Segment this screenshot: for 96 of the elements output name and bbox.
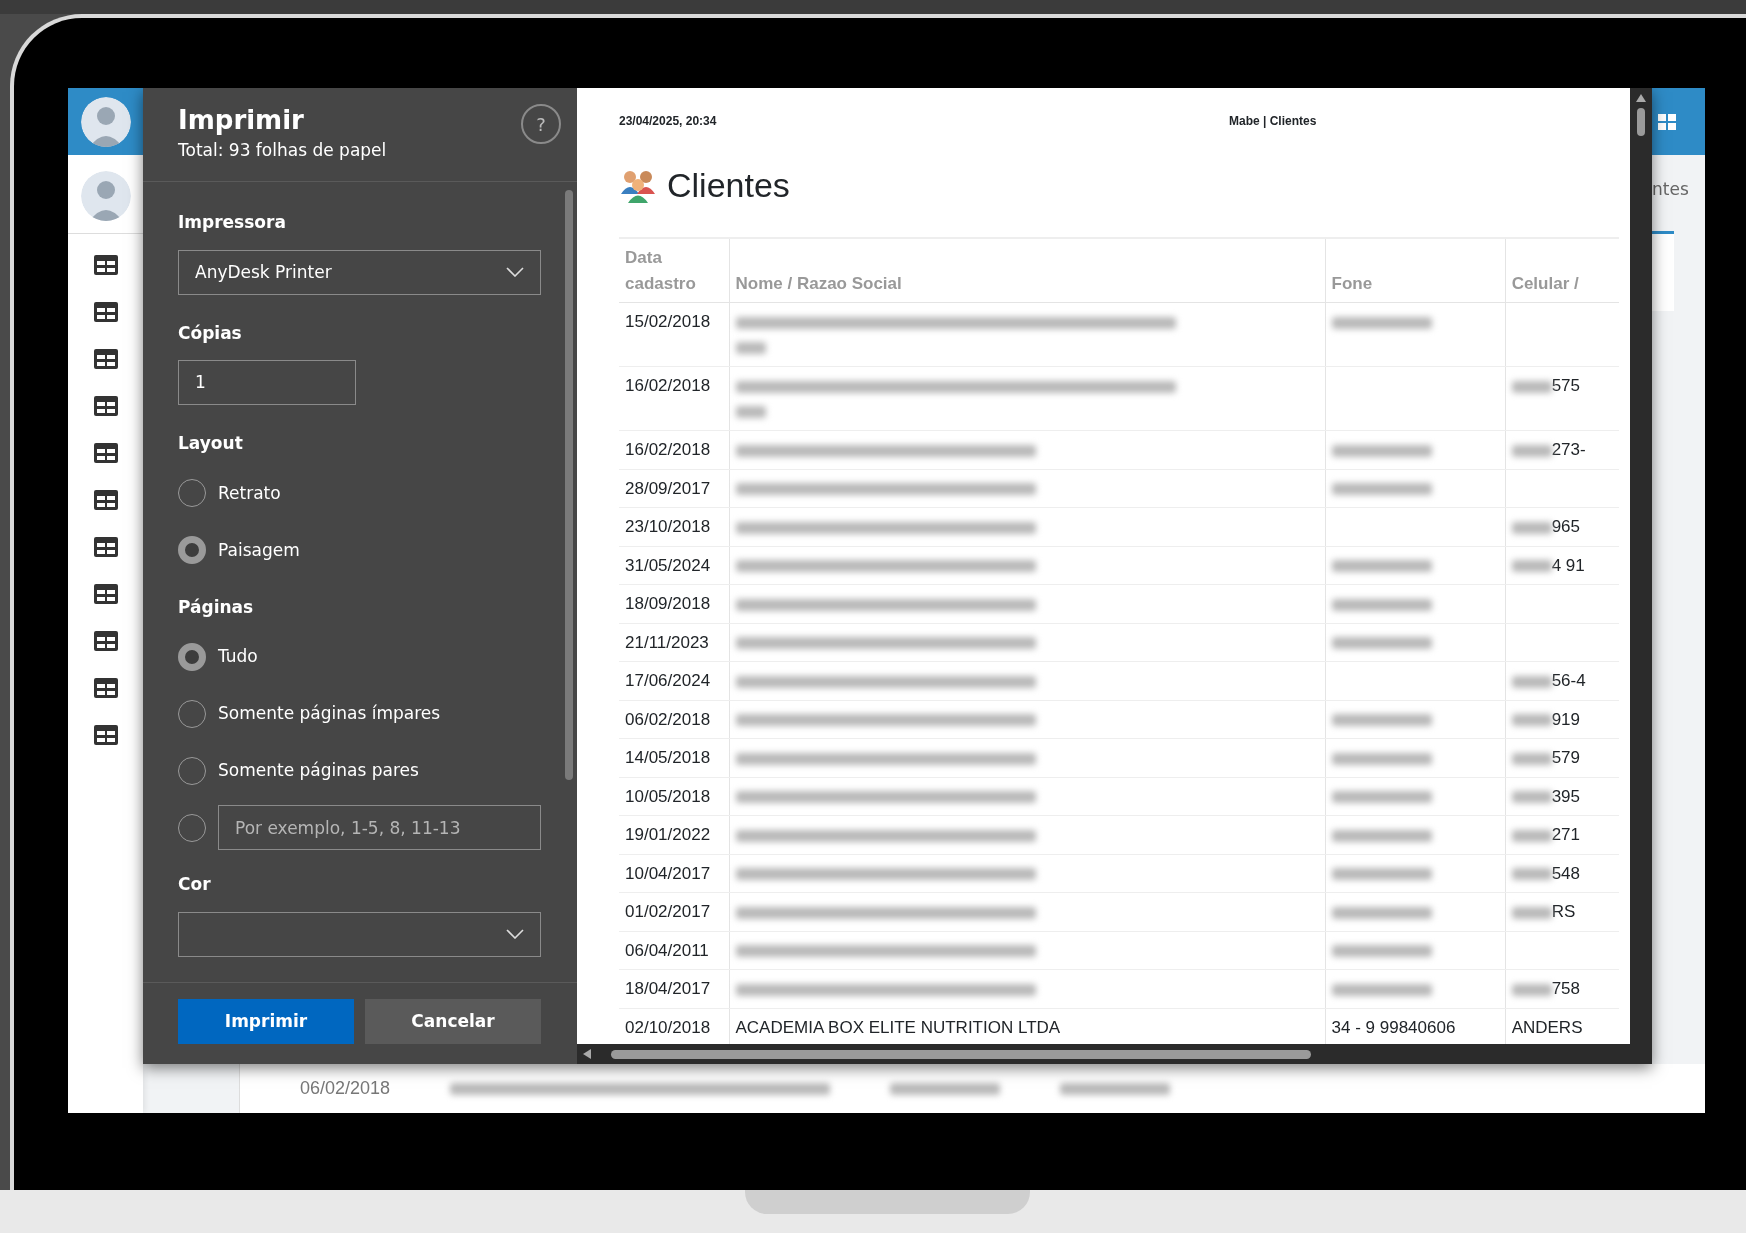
redacted-text: [1511, 521, 1552, 534]
table-cell: 273-: [1551, 440, 1586, 459]
column-header: Nome / Razao Social: [729, 238, 1326, 303]
table-cell: 19/01/2022: [619, 815, 729, 854]
table-icon[interactable]: [92, 442, 119, 464]
tab-label[interactable]: ntes: [1652, 177, 1705, 203]
redacted-text: [735, 342, 766, 354]
section-label: Impressora: [178, 211, 287, 235]
help-button[interactable]: ?: [521, 104, 561, 144]
scrollbar-thumb[interactable]: [565, 190, 573, 781]
redacted-text: [1511, 829, 1552, 842]
column-header: Celular /: [1505, 238, 1619, 303]
table-cell: 271: [1551, 825, 1580, 844]
redacted-text: [1511, 906, 1552, 919]
section-label: Páginas: [178, 595, 255, 619]
table-cell: 56-4: [1551, 671, 1586, 690]
horizontal-scrollbar[interactable]: [577, 1044, 1630, 1064]
table-cell: 758: [1551, 979, 1580, 998]
table-cell: 06/04/2011: [619, 931, 729, 970]
print-timestamp: 23/04/2025, 20:34: [619, 113, 718, 130]
table-cell: 965: [1551, 517, 1580, 536]
radio-button[interactable]: [178, 536, 206, 565]
option-label: Paisagem: [218, 538, 300, 562]
table-cell: 10/05/2018: [619, 777, 729, 816]
table-icon[interactable]: [92, 348, 119, 370]
section-label: Cor: [178, 873, 212, 897]
page-title: Clientes: [667, 165, 790, 206]
table-cell: 15/02/2018: [619, 302, 729, 367]
table-cell: 18/04/2017: [619, 969, 729, 1008]
table-icon[interactable]: [92, 489, 119, 511]
section-label: Cópias: [178, 321, 243, 345]
table-cell: 16/02/2018: [619, 366, 729, 431]
redacted-text: [1511, 791, 1552, 803]
table-icon[interactable]: [92, 536, 119, 558]
chevron-down-icon: [506, 267, 524, 278]
table-cell: 10/04/2017: [619, 854, 729, 893]
section-label: Layout: [178, 432, 244, 456]
dropdown[interactable]: AnyDesk Printer: [178, 249, 541, 295]
table-cell: 21/11/2023: [619, 623, 729, 662]
table-cell: RS: [1551, 902, 1576, 921]
chevron-down-icon: [506, 929, 524, 940]
redacted-text: [1511, 560, 1552, 572]
table-cell: 17/06/2024: [619, 661, 729, 700]
table-cell: 579: [1551, 748, 1580, 767]
redacted-text: [1511, 675, 1552, 688]
avatar-silhouette[interactable]: [80, 96, 131, 147]
table-cell: 06/02/2018: [619, 700, 729, 739]
dialog-title: Imprimir: [178, 104, 305, 137]
left-arrow-icon[interactable]: [583, 1049, 591, 1059]
table-cell: 31/05/2024: [619, 546, 729, 585]
table-cell-text: 06/02/2018: [300, 1077, 391, 1100]
table-cell: 18/09/2018: [619, 584, 729, 623]
input-field[interactable]: 1: [178, 360, 356, 406]
grid-icon[interactable]: [1658, 113, 1676, 130]
redacted-text: [1511, 380, 1552, 393]
table-cell: 575: [1551, 376, 1580, 395]
column-header: Data cadastro: [619, 238, 729, 303]
table-cell: 395: [1551, 786, 1580, 806]
table-icon[interactable]: [92, 254, 119, 276]
table-icon[interactable]: [92, 301, 119, 323]
radio-button[interactable]: [178, 642, 206, 671]
table-cell: 01/02/2017: [619, 892, 729, 931]
scrollbar-thumb[interactable]: [611, 1049, 1311, 1059]
scrollbar-thumb[interactable]: [1637, 108, 1645, 136]
option-label: Tudo: [218, 645, 258, 669]
redacted-text: [1511, 444, 1552, 457]
table-cell: 16/02/2018: [619, 430, 729, 469]
option-label: Somente páginas ímpares: [218, 702, 441, 726]
option-label: Somente páginas pares: [218, 759, 419, 783]
table-icon[interactable]: [92, 724, 119, 746]
redacted-text: [1511, 983, 1552, 996]
option-label: Retrato: [218, 481, 281, 505]
dropdown[interactable]: [178, 911, 541, 957]
table-cell: 548: [1551, 863, 1580, 883]
redacted-text: [1511, 714, 1552, 726]
column-header: Fone: [1325, 238, 1506, 303]
table-cell: ANDERS: [1511, 1017, 1583, 1037]
redacted-text: [1511, 752, 1552, 765]
table-cell: 23/10/2018: [619, 507, 729, 546]
page-header: Mabe | Clientes: [1229, 113, 1317, 130]
cancel-button[interactable]: Cancelar: [365, 999, 541, 1044]
table-icon[interactable]: [92, 583, 119, 605]
table-cell: 28/09/2017: [619, 469, 729, 508]
table-icon[interactable]: [92, 677, 119, 699]
redacted-text: [1511, 868, 1552, 880]
table-icon[interactable]: [92, 395, 119, 417]
vertical-scrollbar[interactable]: [1630, 88, 1652, 1064]
sheet-count: Total: 93 folhas de papel: [178, 138, 387, 162]
table-icon[interactable]: [92, 630, 119, 652]
print-button[interactable]: Imprimir: [178, 999, 354, 1044]
table-cell: 4 91: [1551, 555, 1585, 575]
up-arrow-icon[interactable]: [1636, 94, 1646, 102]
input-field[interactable]: Por exemplo, 1-5, 8, 11-13: [218, 805, 541, 851]
redacted-text: [735, 406, 766, 418]
table-cell: 919: [1551, 709, 1580, 729]
table-cell: 14/05/2018: [619, 738, 729, 777]
